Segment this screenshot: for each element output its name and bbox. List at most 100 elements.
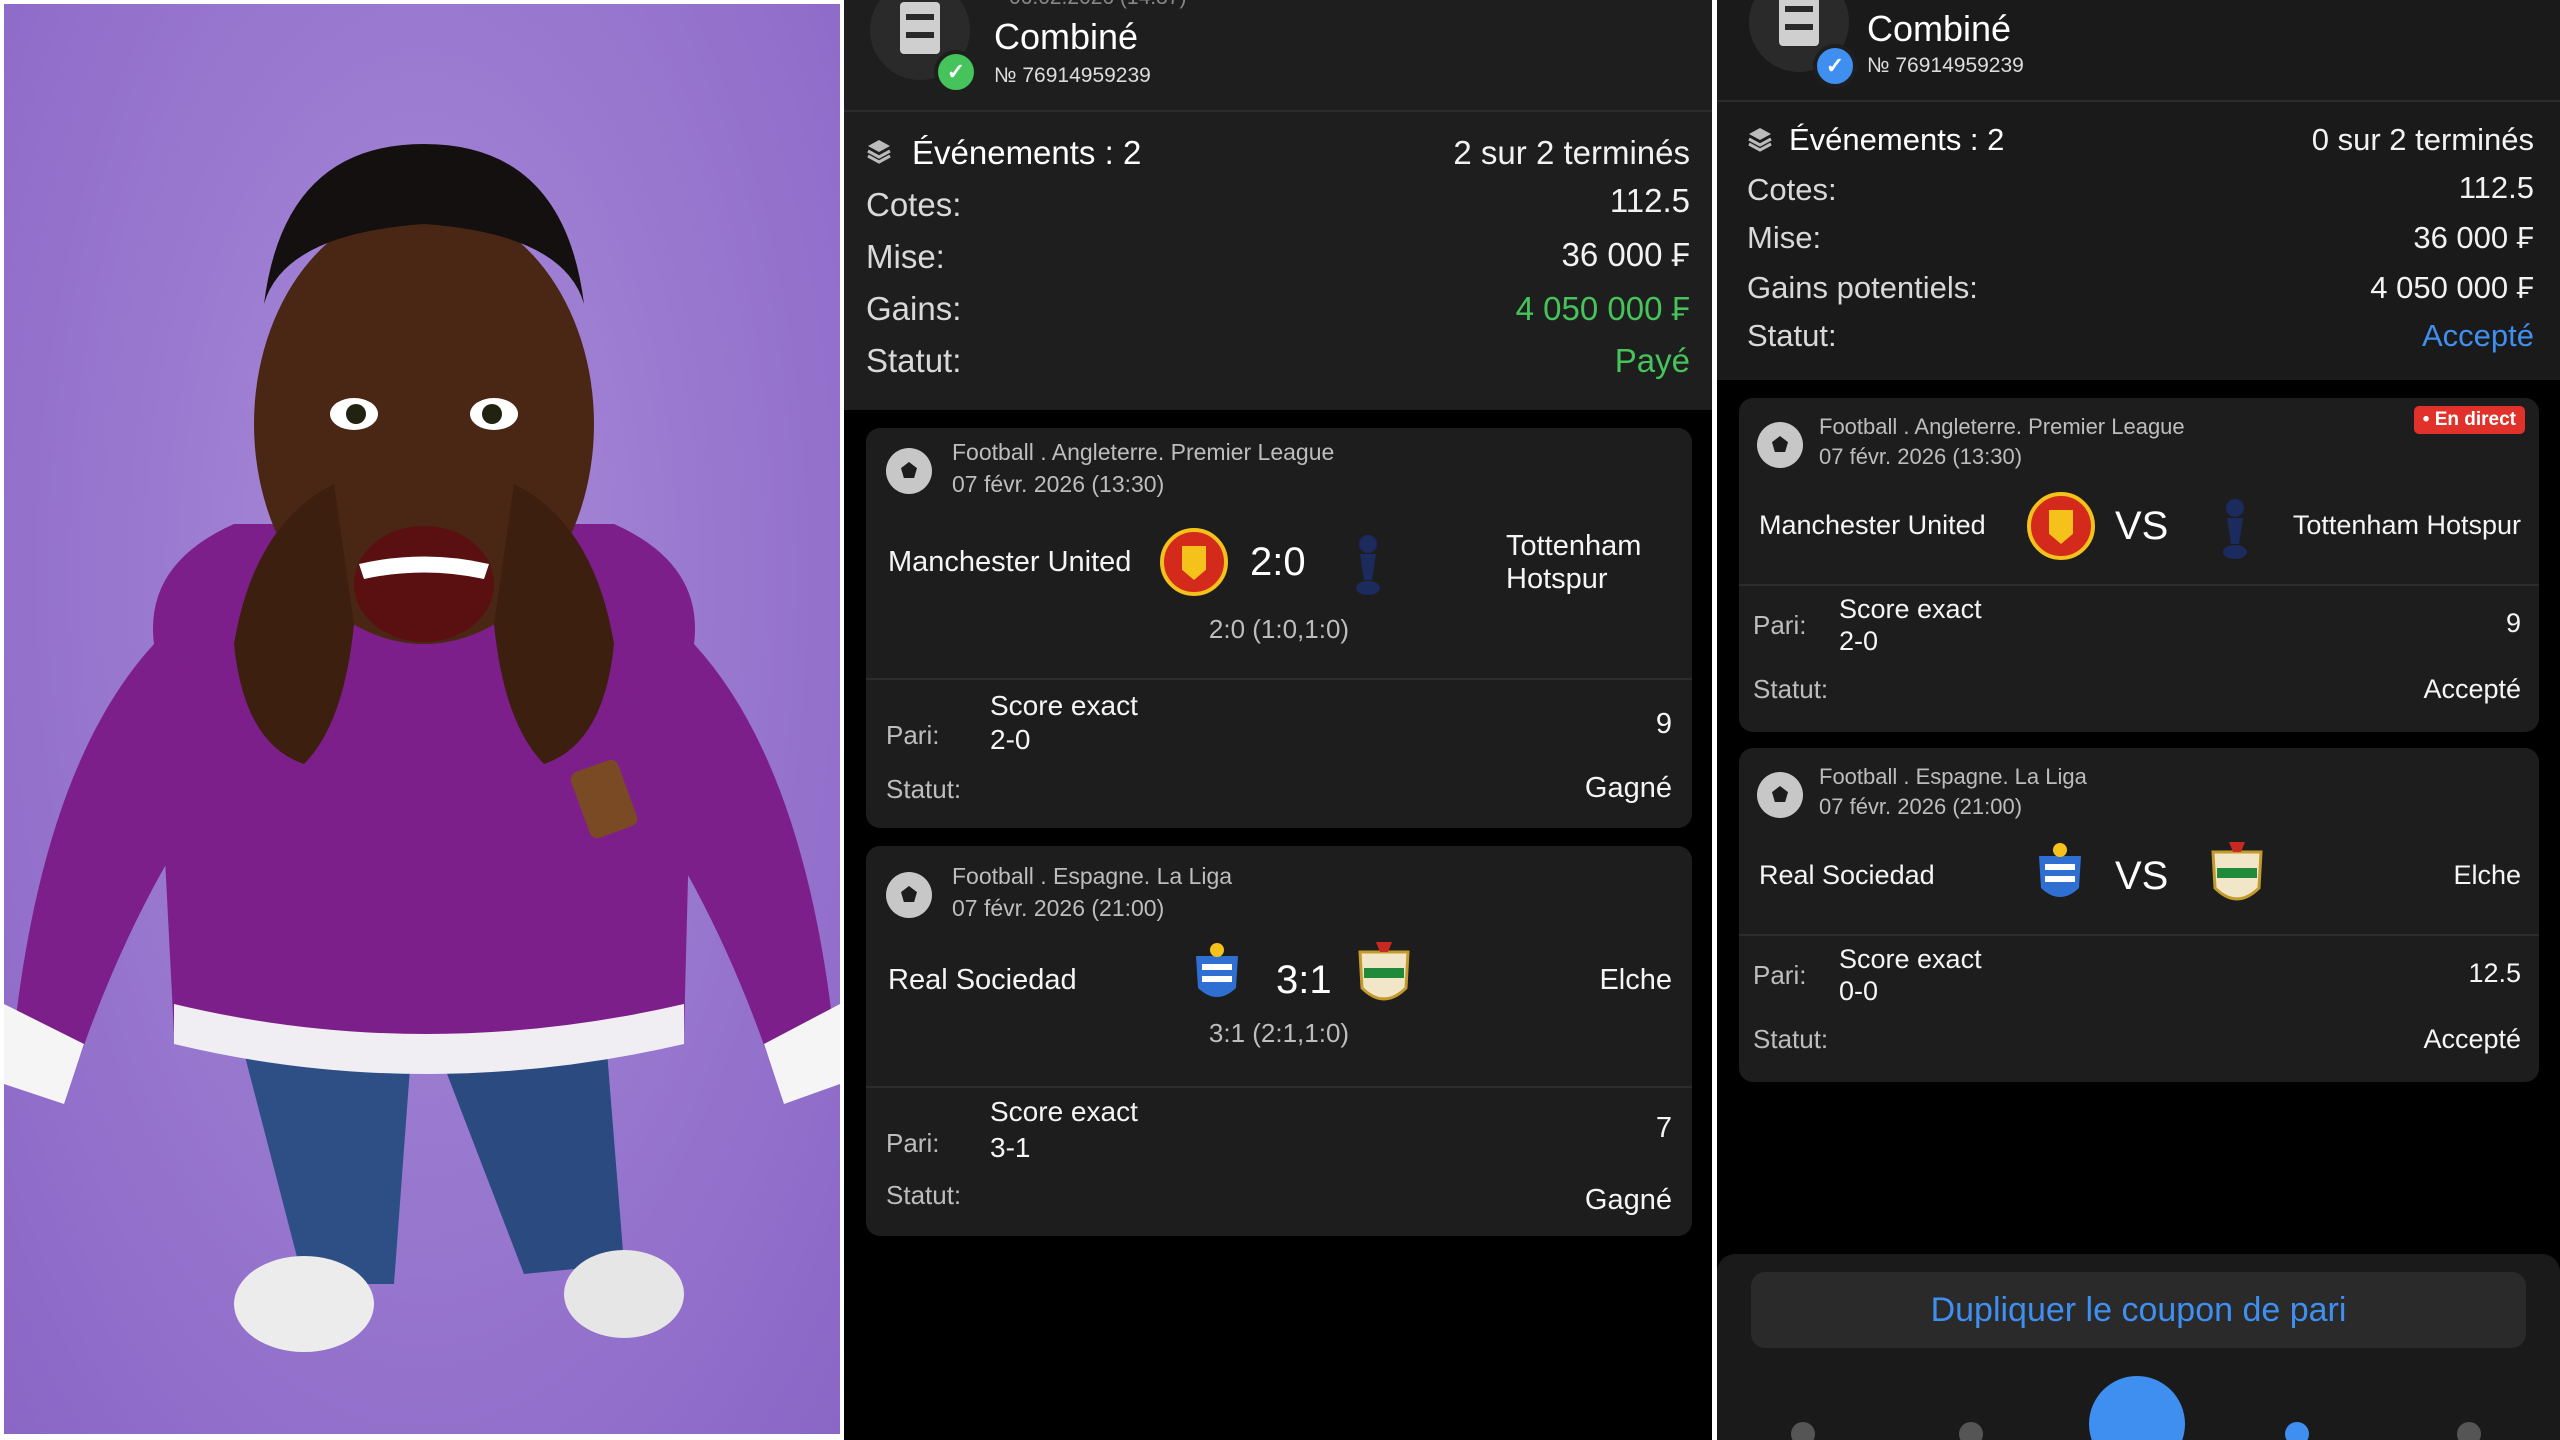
home-team: Real Sociedad xyxy=(888,964,1077,996)
status-value: Payé xyxy=(1614,342,1690,379)
elche-crest-icon xyxy=(2209,838,2265,910)
status-value: Accepté xyxy=(2421,318,2534,353)
event-status-label: Statut: xyxy=(886,774,962,804)
status-label: Statut: xyxy=(866,342,962,379)
odds-label: Cotes: xyxy=(866,186,962,223)
bet-pick: 2-0 xyxy=(990,724,1031,755)
event-status: Gagné xyxy=(1584,772,1672,804)
winnings-label: Gains: xyxy=(866,290,962,327)
divider xyxy=(844,110,1712,112)
bet-odds: 9 xyxy=(1655,708,1672,740)
home-team: Real Sociedad xyxy=(1759,860,1935,890)
event-status: Accepté xyxy=(2423,674,2521,704)
score: 2:0 xyxy=(1250,540,1306,584)
divider xyxy=(866,678,1692,680)
ticket-number: № 76914959239 xyxy=(994,64,1151,87)
event-league: Football . Espagne. La Liga xyxy=(1819,764,2087,789)
stake-value: 36 000 ₣ xyxy=(1561,236,1690,273)
ticket-panel-accepted: ✓ Combiné № 76914959239 Événements : 2 0… xyxy=(1717,0,2560,1440)
ticket-number: № 76914959239 xyxy=(1867,54,2024,77)
divider xyxy=(1739,934,2539,936)
manchester-united-crest-icon xyxy=(2027,492,2095,560)
real-sociedad-crest-icon xyxy=(2035,842,2085,906)
event-status: Accepté xyxy=(2423,1024,2521,1054)
events-count: Événements : 2 xyxy=(912,134,1142,171)
bet-label: Pari: xyxy=(1753,610,1807,640)
manchester-united-crest-icon xyxy=(1160,528,1228,596)
duplicate-coupon-button[interactable]: Dupliquer le coupon de pari xyxy=(1751,1272,2526,1348)
divider xyxy=(866,1086,1692,1088)
event-card[interactable]: Football . Angleterre. Premier League 07… xyxy=(866,428,1692,828)
bet-odds: 7 xyxy=(1655,1112,1672,1144)
real-sociedad-crest-icon xyxy=(1192,942,1242,1006)
bet-type: Score exact xyxy=(1839,594,1982,624)
bet-pick: 3-1 xyxy=(990,1132,1031,1163)
potential-winnings-value: 4 050 000 ₣ xyxy=(2370,270,2534,305)
home-team: Manchester United xyxy=(1759,510,1986,540)
event-date: 07 févr. 2026 (21:00) xyxy=(1819,794,2023,819)
bet-label: Pari: xyxy=(886,720,940,750)
nav-sports-icon[interactable] xyxy=(1959,1422,1983,1440)
event-date: 07 févr. 2026 (13:30) xyxy=(1819,444,2023,469)
football-icon xyxy=(886,448,932,494)
check-icon: ✓ xyxy=(1813,44,1857,88)
check-icon: ✓ xyxy=(934,50,978,94)
bet-type: Score exact xyxy=(1839,944,1982,974)
bet-pick: 2-0 xyxy=(1839,626,1879,656)
football-icon xyxy=(1757,772,1803,818)
nav-home-icon[interactable] xyxy=(1791,1422,1815,1440)
event-league: Football . Angleterre. Premier League xyxy=(1819,414,2185,439)
bet-label: Pari: xyxy=(1753,960,1807,990)
score-detail: 2:0 (1:0,1:0) xyxy=(1208,614,1350,644)
bet-odds: 9 xyxy=(2505,608,2521,638)
vs-label: VS xyxy=(2115,854,2169,898)
away-team: Elche xyxy=(1599,964,1672,996)
elche-crest-icon xyxy=(1356,938,1412,1010)
stake-label: Mise: xyxy=(1747,220,1822,255)
event-league: Football . Espagne. La Liga xyxy=(952,863,1233,889)
event-card[interactable]: Football . Angleterre. Premier League 07… xyxy=(1739,398,2539,732)
event-status-label: Statut: xyxy=(886,1180,962,1210)
event-league: Football . Angleterre. Premier League xyxy=(952,439,1335,465)
event-date: 07 févr. 2026 (13:30) xyxy=(952,471,1165,497)
layers-icon xyxy=(866,138,892,164)
bottom-sheet: Dupliquer le coupon de pari xyxy=(1717,1254,2560,1440)
nav-coupon-icon[interactable] xyxy=(2089,1376,2185,1440)
promo-photo xyxy=(4,4,840,1434)
ticket-summary: 06.02.2026 (14:37) ✓ Combiné № 769149592… xyxy=(844,0,1712,410)
winnings-value: 4 050 000 ₣ xyxy=(1515,290,1690,327)
event-date: 07 févr. 2026 (21:00) xyxy=(952,895,1165,921)
tottenham-crest-icon xyxy=(1348,530,1388,600)
status-label: Statut: xyxy=(1747,318,1837,353)
ticket-title: Combiné xyxy=(1867,8,2012,49)
event-status-label: Statut: xyxy=(1753,1024,1829,1054)
odds-value: 112.5 xyxy=(1609,182,1690,219)
divider xyxy=(1717,100,2560,102)
ticket-summary: ✓ Combiné № 76914959239 Événements : 2 0… xyxy=(1717,0,2560,380)
away-team: Tottenham Hotspur xyxy=(1506,530,1642,595)
event-card[interactable]: Football . Espagne. La Liga 07 févr. 202… xyxy=(1739,748,2539,1082)
nav-menu-icon[interactable] xyxy=(2457,1422,2481,1440)
bet-pick: 0-0 xyxy=(1839,976,1879,1006)
nav-history-icon[interactable] xyxy=(2285,1422,2309,1440)
events-status: 2 sur 2 terminés xyxy=(1453,134,1690,171)
event-card[interactable]: Football . Espagne. La Liga 07 févr. 202… xyxy=(866,846,1692,1236)
bet-label: Pari: xyxy=(886,1128,940,1158)
bottom-nav xyxy=(1717,1376,2560,1440)
potential-winnings-label: Gains potentiels: xyxy=(1747,270,1978,305)
event-status-label: Statut: xyxy=(1753,674,1829,704)
events-count: Événements : 2 xyxy=(1789,122,2005,157)
layers-icon xyxy=(1747,126,1773,152)
away-team: Tottenham Hotspur xyxy=(2292,510,2521,540)
divider xyxy=(1739,584,2539,586)
ticket-title: Combiné xyxy=(994,16,1139,57)
person-shouting-photo xyxy=(4,144,840,1352)
stake-value: 36 000 ₣ xyxy=(2413,220,2534,255)
bet-odds: 12.5 xyxy=(2468,958,2521,988)
home-team: Manchester United xyxy=(888,546,1132,578)
bet-type: Score exact xyxy=(990,690,1138,721)
bet-type: Score exact xyxy=(990,1096,1138,1127)
football-icon xyxy=(886,872,932,918)
vs-label: VS xyxy=(2115,504,2169,548)
ticket-date: 06.02.2026 (14:37) xyxy=(1009,0,1186,10)
